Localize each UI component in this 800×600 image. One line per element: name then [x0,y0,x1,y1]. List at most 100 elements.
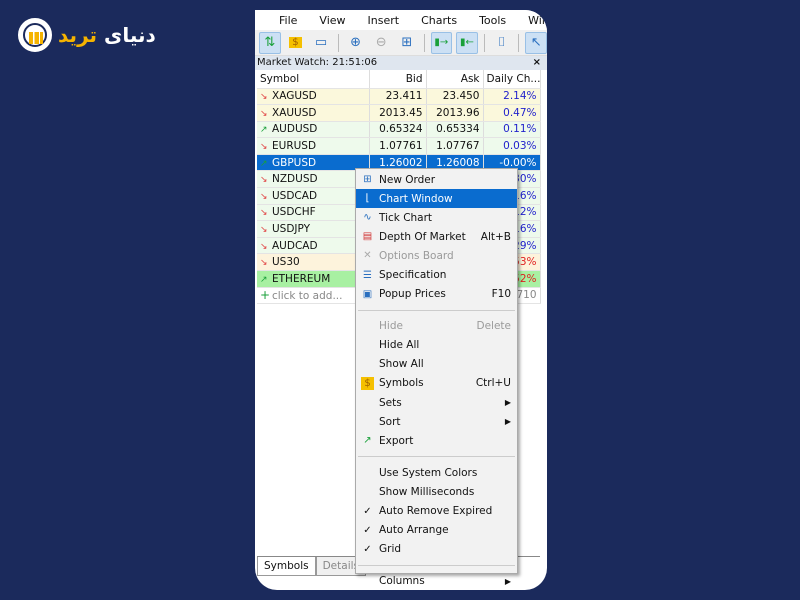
submenu-arrow-icon: ▶ [504,417,511,427]
menu-item-show-milliseconds[interactable]: Show Milliseconds [356,482,517,501]
change-cell: 0.47% [483,104,541,122]
ask-cell: 2013.96 [426,104,484,122]
menu-item-label: Hide [379,320,403,333]
autoscroll-icon[interactable]: ▮→ [430,31,453,54]
menu-item-popup-prices[interactable]: ▣ Popup Prices F10 [356,285,517,304]
symbol-cell: ↘ EURUSD [257,137,370,155]
zoom-in-icon[interactable]: ⊕ [345,32,367,54]
symbol-name: USDCAD [272,189,318,202]
col-ask[interactable]: Ask [426,70,484,89]
logo-text: دنیای ترید [58,23,156,47]
menu-file[interactable]: File [279,14,297,27]
menu-item-export[interactable]: ↗ Export [356,431,517,450]
menu-item-show-all[interactable]: Show All [356,355,517,374]
menu-item-label: Auto Arrange [379,524,449,537]
spec-icon: ☰ [363,269,372,281]
submenu-arrow-icon: ▶ [504,398,511,408]
menu-item-label: Depth Of Market [379,230,466,243]
menu-item-label: Specification [379,269,447,282]
menu-window[interactable]: Window [528,14,547,27]
table-row[interactable]: ↘ XAUUSD 2013.45 2013.96 0.47% [257,104,541,122]
menu-separator [358,456,515,458]
tab-symbols[interactable]: Symbols [257,557,316,576]
change-cell: 2.14% [483,88,541,106]
cursor-icon[interactable]: ↖ [525,31,547,54]
table-row[interactable]: ↗ AUDUSD 0.65324 0.65334 0.11% [257,121,541,139]
table-row[interactable]: ↘ EURUSD 1.07761 1.07767 0.03% [257,137,541,155]
bid-cell: 1.07761 [369,137,427,155]
screenshot-icon[interactable]: ⌷ [491,32,513,54]
menu-item-columns[interactable]: Columns ▶ [356,572,517,591]
context-menu: ⊞ New Order ⌊ Chart Window ∿ Tick Chart ▤ Depth… [355,168,518,587]
symbol-name: GBPUSD [272,156,317,169]
algo-trading-icon[interactable]: ⇅ [259,31,281,54]
menu-item-depth-of-market[interactable]: ▤ Depth Of Market Alt+B [356,227,517,246]
menu-item-label: Show All [379,358,424,371]
menu-item-hide[interactable]: Hide Delete [356,317,517,336]
menu-charts[interactable]: Charts [421,14,457,27]
col-symbol[interactable]: Symbol [257,70,370,89]
shortcut-label: F10 [491,288,511,301]
menu-item-symbols[interactable]: $ Symbols Ctrl+U [356,374,517,393]
add-symbol-cell[interactable]: + click to add... [257,287,369,305]
bid-cell: 0.65324 [369,121,427,139]
arrow-up-icon: ↗ [260,274,268,285]
arrow-up-icon: ↗ [260,158,268,169]
symbol-cell: ↘ USDCAD [257,187,370,205]
col-bid[interactable]: Bid [369,70,427,89]
toolbar-separator [337,33,339,52]
menu-item-label: Export [379,434,414,447]
menu-tools[interactable]: Tools [479,14,506,27]
arrow-down-icon: ↘ [260,191,268,202]
col-daily-change[interactable]: Daily Ch... [483,70,541,89]
menu-item-use-system-colors[interactable]: Use System Colors [356,463,517,482]
menu-item-sets[interactable]: Sets ▶ [356,393,517,412]
menu-item-options-board[interactable]: ✕ Options Board [356,246,517,265]
menu-item-specification[interactable]: ☰ Specification [356,265,517,284]
menu-insert[interactable]: Insert [368,14,400,27]
symbol-cell: ↘ NZDUSD [257,170,370,189]
menu-item-label: Auto Remove Expired [379,505,493,518]
close-icon[interactable]: × [533,56,541,70]
dollar-icon[interactable]: $ [285,32,307,54]
shortcut-label: Delete [476,320,512,333]
change-cell: 0.11% [483,121,541,139]
table-row[interactable]: ↘ XAGUSD 23.411 23.450 2.14% [257,88,541,106]
menu-item-new-order[interactable]: ⊞ New Order [356,170,517,189]
submenu-arrow-icon: ▶ [504,576,511,586]
menu-item-label: Tick Chart [379,211,433,224]
menu-item-label: Hide All [379,339,420,352]
symbol-name: AUDCAD [272,239,318,252]
popup-icon: ▣ [362,288,373,300]
menu-item-hide-all[interactable]: Hide All [356,336,517,355]
window-icon[interactable]: ▭ [310,32,332,54]
menubar: File View Insert Charts Tools Window [255,10,547,30]
menu-view[interactable]: View [319,14,345,27]
menu-item-label: Popup Prices [379,288,446,301]
symbol-name: NZDUSD [272,173,318,186]
add-symbol-label: click to add... [272,290,343,303]
menu-item-label: Options Board [379,249,454,262]
tile-icon[interactable]: ⊞ [396,32,418,54]
checkmark-icon: ✓ [363,505,372,517]
arrow-down-icon: ↘ [260,108,268,119]
chart-shift-icon[interactable]: ▮← [456,31,478,54]
toolbar-separator [483,33,485,52]
bid-cell: 2013.45 [369,104,427,122]
arrow-down-icon: ↘ [260,208,268,219]
menu-item-auto-remove-expired[interactable]: ✓ Auto Remove Expired [356,502,517,521]
menu-item-grid[interactable]: ✓ Grid [356,540,517,559]
symbol-name: US30 [272,256,300,269]
shortcut-label: Ctrl+U [475,377,511,390]
menu-item-sort[interactable]: Sort ▶ [356,412,517,431]
symbol-cell: ↗ GBPUSD [257,154,370,172]
arrow-down-icon: ↘ [260,92,268,103]
symbol-cell: ↘ USDCHF [257,204,370,222]
menu-item-label: Sets [379,396,402,409]
menu-item-auto-arrange[interactable]: ✓ Auto Arrange [356,521,517,540]
symbol-cell: ↘ USDJPY [257,220,370,238]
symbol-cell: ↘ XAGUSD [257,88,370,106]
menu-item-chart-window[interactable]: ⌊ Chart Window [356,189,517,209]
zoom-out-icon[interactable]: ⊖ [370,32,392,54]
menu-item-tick-chart[interactable]: ∿ Tick Chart [356,208,517,227]
